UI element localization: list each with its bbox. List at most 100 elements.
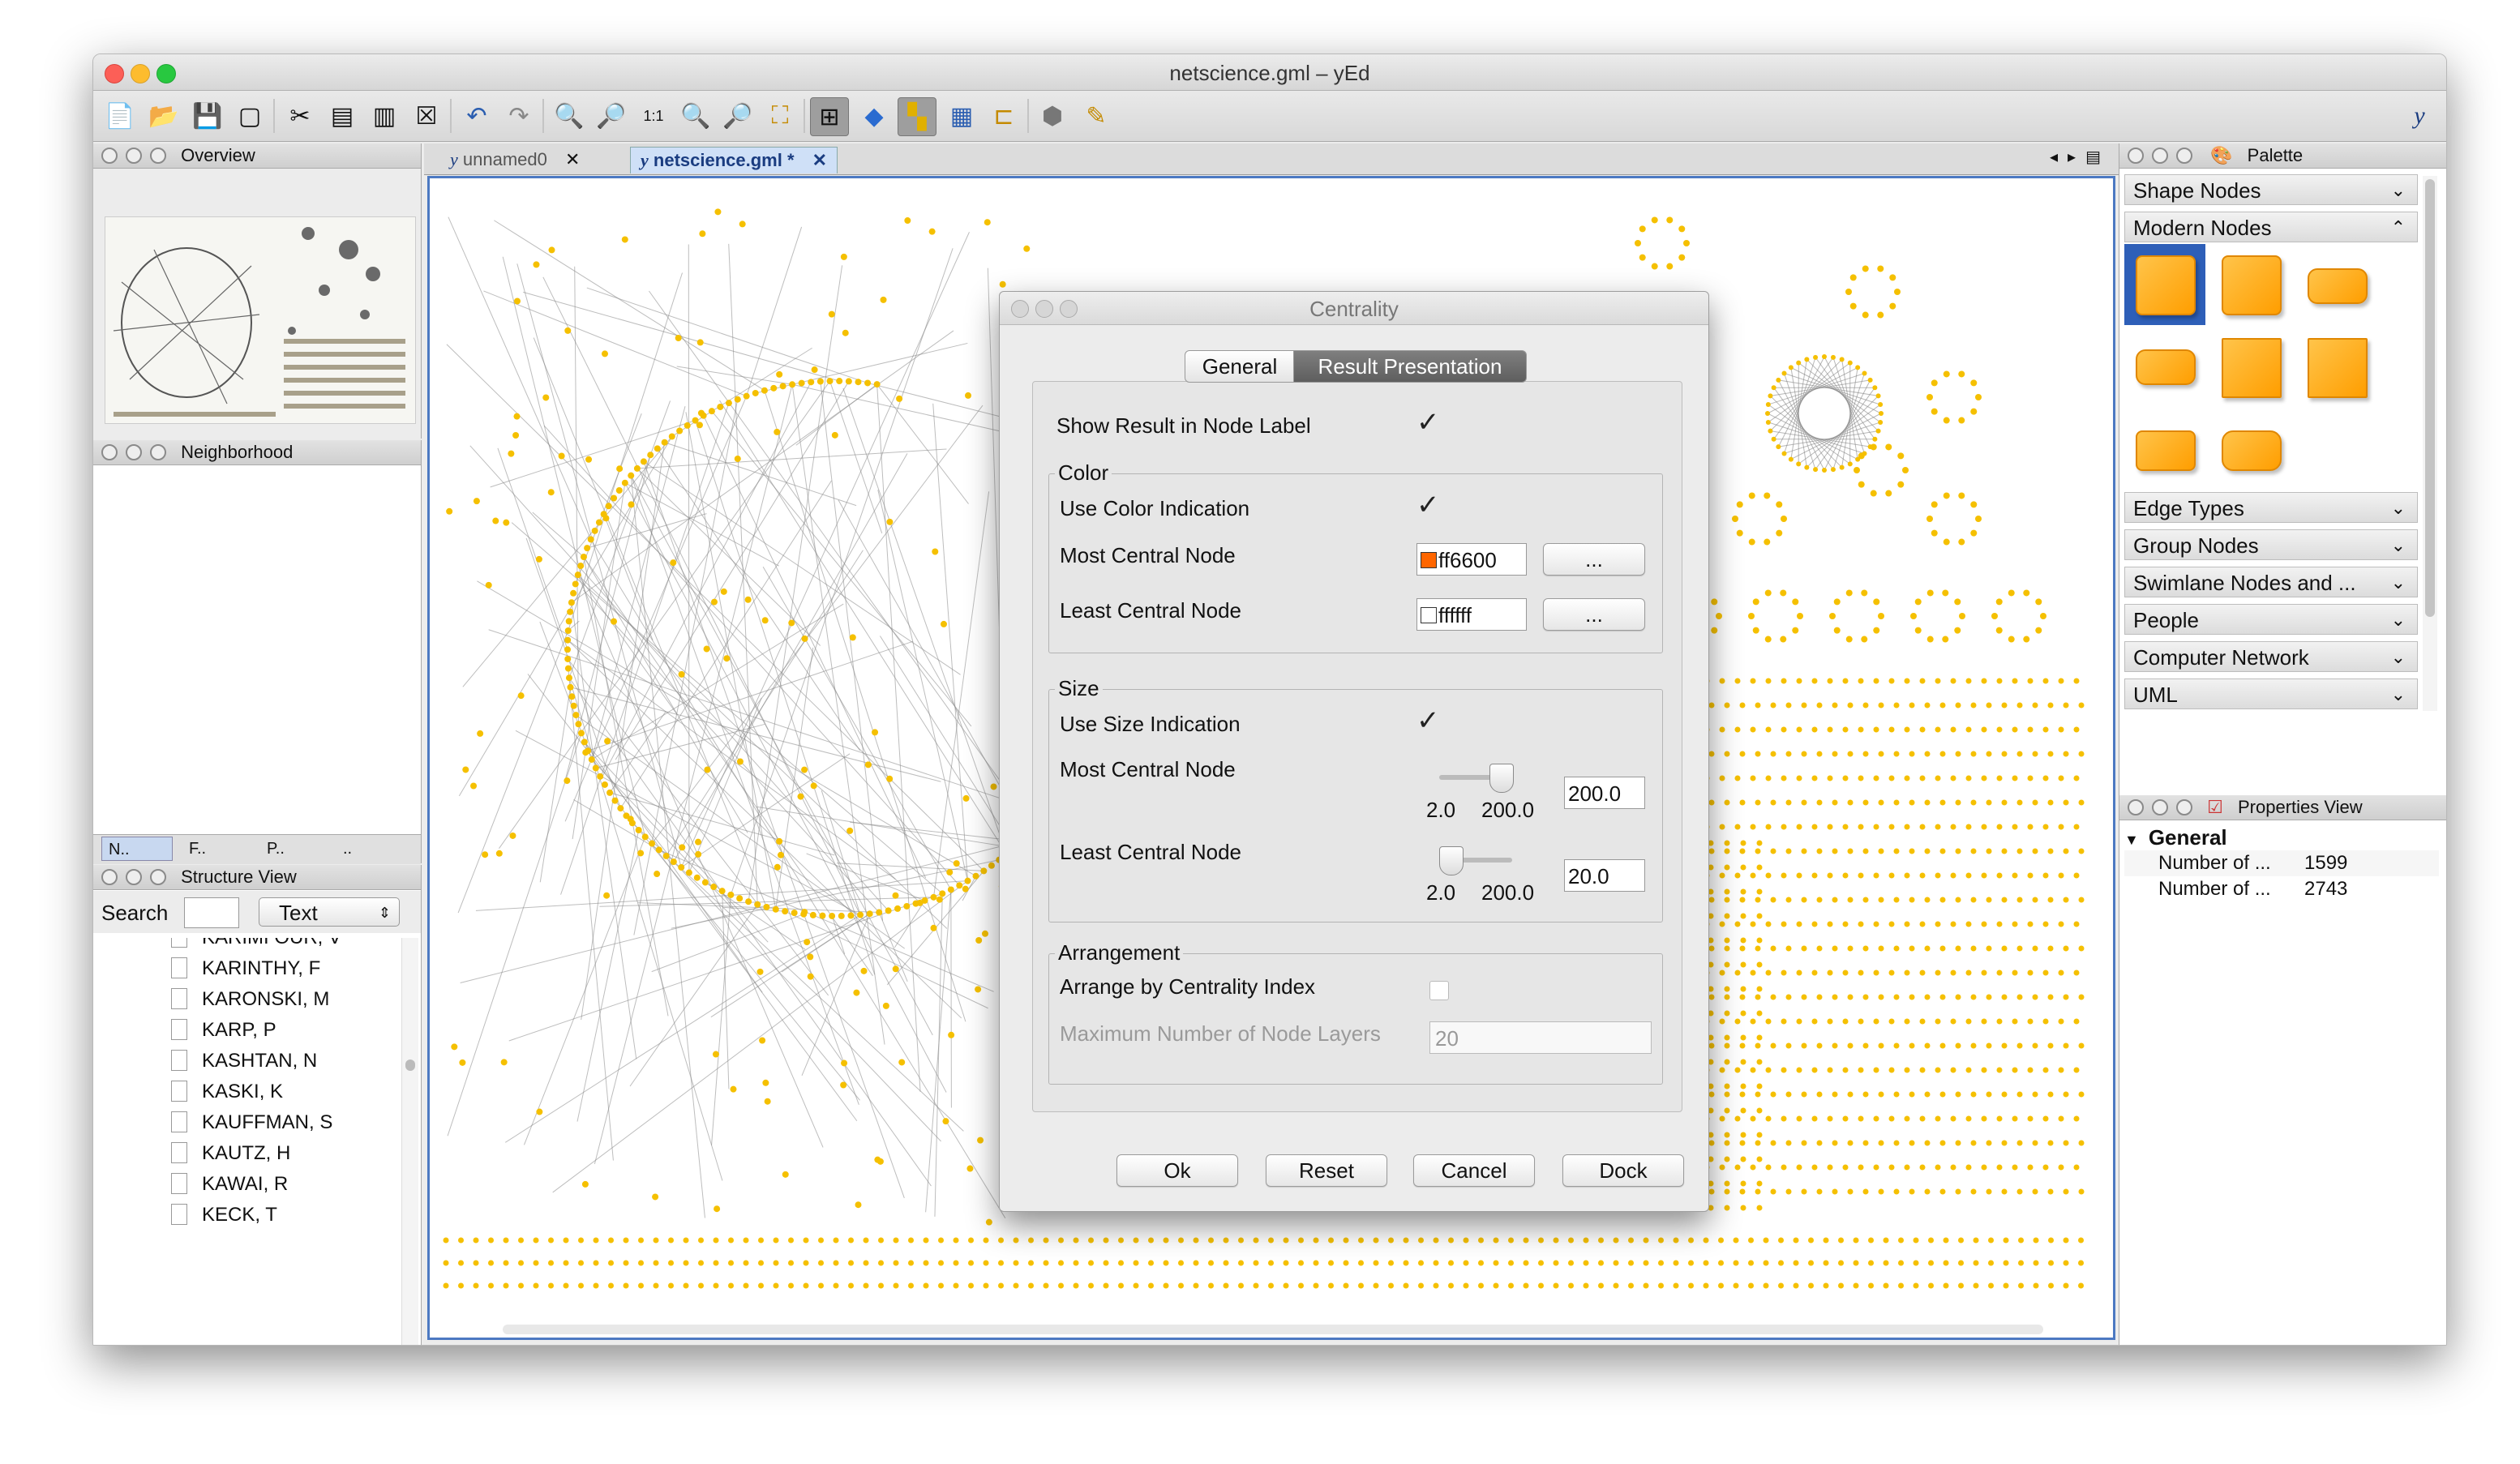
palette-node-2[interactable]: [2222, 255, 2282, 315]
navigation-mode-icon[interactable]: ⊞: [810, 97, 849, 136]
palette-section-shape-nodes[interactable]: Shape Nodes ⌄: [2124, 174, 2418, 205]
palette-scrollbar[interactable]: [2423, 176, 2437, 711]
least-central-size-slider[interactable]: [1439, 846, 1512, 875]
zoom-area-icon[interactable]: 🔎: [719, 97, 756, 135]
palette-section-group-nodes[interactable]: Group Nodes ⌄: [2124, 529, 2418, 560]
palette-node-5[interactable]: [2222, 338, 2282, 398]
reset-button[interactable]: Reset: [1266, 1154, 1387, 1187]
palette-node-1[interactable]: [2136, 255, 2196, 315]
zoom-in-icon[interactable]: 🔍: [551, 97, 588, 135]
fit-content-icon[interactable]: ⛶: [761, 97, 799, 135]
structure-tree[interactable]: KARIMI OUR, V KARINTHY, F KARONSKI, M KARP,…: [93, 938, 400, 1345]
show-result-checkbox[interactable]: ✓: [1416, 409, 1440, 436]
tree-item[interactable]: KAUTZ, H: [171, 1139, 290, 1168]
neighborhood-tabs: N.. F.. P.. ..: [93, 834, 421, 864]
overview-thumbnail[interactable]: [105, 216, 416, 424]
neighborhood-panel: Neighborhood N.. F.. P.. ..: [93, 440, 422, 864]
chevron-down-icon: ⌄: [2390, 684, 2406, 704]
palette-node-6[interactable]: [2308, 338, 2368, 398]
palette-section-edge-types[interactable]: Edge Types ⌄: [2124, 492, 2418, 523]
palette-node-4[interactable]: [2136, 349, 2196, 385]
use-size-checkbox[interactable]: ✓: [1416, 707, 1440, 734]
save-as-icon[interactable]: ▢: [231, 97, 268, 135]
close-tab-icon[interactable]: ✕: [812, 150, 827, 170]
palette-node-8[interactable]: [2222, 430, 2282, 471]
close-tab-icon[interactable]: ✕: [565, 149, 580, 169]
cut-icon[interactable]: ✂: [281, 97, 319, 135]
least-central-size-field[interactable]: 20.0: [1564, 859, 1645, 892]
structure-view-header: Structure View: [93, 865, 421, 890]
palette-section-uml[interactable]: UML ⌄: [2124, 678, 2418, 709]
grid-icon[interactable]: ▦: [943, 97, 980, 135]
most-central-size-slider[interactable]: [1439, 764, 1514, 793]
most-central-color-field[interactable]: ff6600: [1416, 543, 1527, 576]
balloon-icon[interactable]: ⊏: [985, 97, 1022, 135]
dock-button[interactable]: Dock: [1562, 1154, 1684, 1187]
snap-icon[interactable]: ◆: [855, 97, 893, 135]
undo-icon[interactable]: ↶: [458, 97, 495, 135]
redo-icon[interactable]: ↷: [500, 97, 538, 135]
zoom-out-icon[interactable]: 🔎: [593, 97, 630, 135]
palette-section-modern-nodes[interactable]: Modern Nodes ⌃: [2124, 212, 2418, 242]
delete-icon[interactable]: ☒: [408, 97, 445, 135]
tree-scrollbar[interactable]: [401, 938, 418, 1345]
palette-node-3[interactable]: [2308, 268, 2368, 304]
tree-item[interactable]: KARINTHY, F: [171, 954, 320, 983]
ok-button[interactable]: Ok: [1116, 1154, 1238, 1187]
size-group-label: Size: [1055, 676, 1103, 701]
tree-item[interactable]: KARONSKI, M: [171, 985, 329, 1014]
tab-netscience[interactable]: y netscience.gml * ✕: [630, 147, 838, 173]
palette-node-7[interactable]: [2136, 430, 2196, 471]
tree-item[interactable]: KECK, T: [171, 1201, 277, 1230]
save-icon[interactable]: 💾: [189, 97, 226, 135]
palette-section-people[interactable]: People ⌄: [2124, 604, 2418, 635]
tree-item-label: KARIMI OUR, V: [202, 938, 341, 948]
tab-f[interactable]: F..: [182, 837, 254, 861]
palette-section-computer-network[interactable]: Computer Network ⌄: [2124, 641, 2418, 672]
tree-item[interactable]: KASKI, K: [171, 1077, 283, 1107]
property-row[interactable]: Number of ... 2743: [2124, 876, 2439, 902]
use-color-checkbox[interactable]: ✓: [1416, 491, 1440, 519]
tab-more[interactable]: ..: [336, 837, 408, 861]
arrange-centrality-checkbox[interactable]: [1429, 981, 1449, 1000]
search-type-select[interactable]: Text ⇕: [259, 897, 400, 927]
grid-orthogonal-icon[interactable]: ▚: [898, 97, 936, 136]
tab-unnamed0[interactable]: y unnamed0 ✕: [440, 147, 589, 173]
paste-icon[interactable]: ▥: [366, 97, 403, 135]
tree-item[interactable]: KARP, P: [171, 1016, 276, 1045]
modern-nodes-grid: [2124, 244, 2418, 487]
most-central-size-field[interactable]: 200.0: [1564, 777, 1645, 809]
tree-item[interactable]: KASHTAN, N: [171, 1047, 317, 1076]
document-tabs: y unnamed0 ✕ y netscience.gml * ✕ ◂▸▤: [424, 143, 2127, 175]
property-row[interactable]: Number of ... 1599: [2124, 850, 2439, 876]
slider-thumb[interactable]: [1439, 846, 1464, 875]
tree-item[interactable]: KAWAI, R: [171, 1170, 288, 1199]
new-document-icon[interactable]: 📄: [101, 97, 139, 135]
magic-wand-icon[interactable]: ✎: [1078, 97, 1115, 135]
tab-result-presentation[interactable]: Result Presentation: [1293, 350, 1527, 383]
search-input[interactable]: [184, 897, 239, 928]
zoom-fit-icon[interactable]: 🔍: [677, 97, 714, 135]
slider-thumb[interactable]: [1489, 764, 1514, 793]
most-central-color-button[interactable]: ...: [1543, 543, 1645, 576]
tab-general[interactable]: General: [1185, 350, 1295, 383]
least-central-color-field[interactable]: ffffff: [1416, 598, 1527, 631]
chevron-down-icon: ⌄: [2390, 180, 2406, 200]
tab-nav-icons[interactable]: ◂▸▤: [2050, 147, 2111, 167]
group-icon[interactable]: ⬢: [1034, 97, 1071, 135]
yed-logo-icon: y: [2414, 102, 2425, 129]
yed-doc-icon: y: [641, 150, 649, 170]
copy-icon[interactable]: ▤: [324, 97, 361, 135]
max-layers-field[interactable]: 20: [1429, 1021, 1652, 1054]
open-folder-icon[interactable]: 📂: [145, 97, 182, 135]
properties-group-general[interactable]: ▼ General: [2124, 824, 2439, 850]
zoom-original-icon[interactable]: 1:1: [635, 97, 672, 135]
least-central-color-button[interactable]: ...: [1543, 598, 1645, 631]
tree-item[interactable]: KAUFFMAN, S: [171, 1108, 332, 1137]
canvas-horizontal-scrollbar[interactable]: [503, 1325, 2043, 1334]
tree-item[interactable]: KARIMI OUR, V: [171, 938, 341, 952]
tab-neighborhood[interactable]: N..: [101, 837, 173, 861]
palette-section-swimlane[interactable]: Swimlane Nodes and ... ⌄: [2124, 567, 2418, 597]
tab-p[interactable]: P..: [260, 837, 332, 861]
cancel-button[interactable]: Cancel: [1413, 1154, 1535, 1187]
